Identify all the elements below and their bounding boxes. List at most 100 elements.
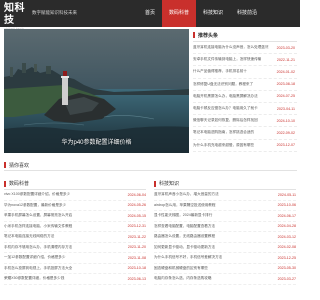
nav-item-tech-knowledge[interactable]: 科技知识: [196, 0, 230, 27]
item-title[interactable]: 小米手机怎样连接电脑，小米传输文件教程: [4, 224, 102, 229]
site-tagline: 数字赋能知识科技未来: [32, 10, 77, 15]
list-item[interactable]: 电脑开机黑屏怎么办，电脑黑屏解决办法 2024-07-25: [193, 91, 297, 103]
item-date: 2023-03-20: [276, 45, 295, 50]
list-item[interactable]: 显卡性能天梯图，2024最新显卡排行 2024-06-17: [154, 211, 296, 222]
item-title[interactable]: 怎样修复U盘无法识别问题，教程来了: [193, 82, 269, 87]
section-marker: [4, 180, 6, 187]
tech-knowledge-section: 科技知识 蓝牙耳机声音小怎么办，增大音量的方法 2024-05-11 airdro…: [154, 178, 296, 285]
guess-you-like-header: 猜你喜欢: [4, 160, 297, 171]
guess-you-like-title: 猜你喜欢: [9, 162, 30, 169]
nav-item-digital-science[interactable]: 数码科普: [162, 0, 197, 27]
hero-image: [4, 29, 189, 153]
item-title[interactable]: 苹果手机屏幕怎么设置，屏幕常亮怎么开启: [4, 213, 102, 218]
item-date: 2023-12-25: [277, 255, 296, 260]
item-title[interactable]: 笔记本电脑连接无线网络的方法: [4, 234, 102, 239]
list-item[interactable]: 如何更新显卡驱动，显卡驱动更新方法 2024-02-08: [154, 243, 296, 253]
list-item[interactable]: 手机内存不够用怎么办，手机清理内存方法 2023-11-20: [4, 243, 146, 253]
list-item[interactable]: 怎样查看电脑配置，电脑配置查看方法 2024-04-28: [154, 222, 296, 232]
site-logo[interactable]: 知科技 zhikeji.tech: [4, 3, 28, 31]
tech-knowledge-title[interactable]: 科技知识: [159, 180, 179, 187]
list-item[interactable]: 为什么手机信号不好，手机信号差解决方法 2023-12-25: [154, 253, 296, 264]
item-title[interactable]: 电脑开机黑屏怎么办，电脑黑屏解决办法: [193, 94, 269, 99]
list-item[interactable]: 电脑卡顿反应慢怎么办？电脑用久了就卡 2023-04-11: [193, 103, 297, 116]
item-date: 2023-12-31: [127, 224, 146, 229]
tech-knowledge-list: 蓝牙耳机声音小怎么办，增大音量的方法 2024-05-11 airdrop怎么用，…: [154, 190, 296, 285]
item-date: 2023-10-18: [127, 266, 146, 271]
item-title[interactable]: 蓝牙耳机连接电脑为什么没声音，怎么处理蓝牙耳机: [193, 45, 269, 50]
list-item[interactable]: 微信聊天记录如何恢复，删除后怎样找回 2024-10-10: [193, 115, 297, 128]
item-date: 2024-05-11: [277, 192, 296, 197]
list-item[interactable]: vivo X100参数配置详细介绍，价格是多少 2024-06-04: [4, 190, 146, 201]
item-title[interactable]: airdrop怎么用，苹果隔空投送使用教程: [154, 203, 252, 208]
item-date: 2024-07-25: [276, 94, 295, 99]
item-title[interactable]: 手机怎么投屏到电视上，手机投屏方法大全: [4, 266, 102, 271]
item-title[interactable]: 华为nova12参数配置，最新价格是多少: [4, 203, 102, 208]
item-title[interactable]: 为什么手机充电越来越慢，原因有哪些: [193, 143, 269, 148]
list-item[interactable]: 手机怎么投屏到电视上，手机投屏方法大全 2023-10-18: [4, 264, 146, 274]
site-header: 知科技 zhikeji.tech 数字赋能知识科技未来 首页 数码科普 科技知识…: [0, 0, 300, 31]
list-item[interactable]: 笔记本电脑连接无线网络的方法 2023-11-22: [4, 232, 146, 243]
item-title[interactable]: 电脑内存条怎么选，内存条选购攻略: [154, 276, 252, 281]
recommended-title: 推荐头条: [198, 32, 219, 39]
list-item[interactable]: 蓝牙耳机声音小怎么办，增大音量的方法 2024-05-11: [154, 190, 296, 201]
hero-caption[interactable]: 华为p40参数配置详细价格: [4, 137, 189, 146]
hero-banner[interactable]: 华为p40参数配置详细价格: [4, 29, 189, 153]
list-item[interactable]: 小米手机怎样连接电脑，小米传输文件教程 2023-12-31: [4, 222, 146, 232]
nav-item-tech-frontier[interactable]: 科技前沿: [230, 0, 264, 27]
item-title[interactable]: 微信聊天记录如何恢复，删除后怎样找回: [193, 118, 269, 123]
item-date: 2022-11-21: [276, 57, 295, 62]
item-title[interactable]: 为什么手机信号不好，手机信号差解决方法: [154, 255, 252, 260]
list-item[interactable]: 安卓手机文件传输到电脑上，怎样快速传输 2022-11-21: [193, 54, 297, 67]
item-title[interactable]: 电脑卡顿反应慢怎么办？电脑用久了就卡: [193, 106, 269, 111]
item-title[interactable]: 安卓手机文件传输到电脑上，怎样快速传输: [193, 57, 269, 62]
item-title[interactable]: 如何更新显卡驱动，显卡驱动更新方法: [154, 245, 252, 250]
item-title[interactable]: 手机内存不够用怎么办，手机清理内存方法: [4, 245, 102, 250]
item-title[interactable]: 路由器怎么设置，无线路由器设置教程: [154, 234, 252, 239]
item-date: 2023-11-20: [127, 245, 146, 250]
item-title[interactable]: 什么产品值得推荐，手机排名前十: [193, 69, 269, 74]
list-item[interactable]: 笔记本电脑选购指南，怎样挑选合适的 2022-09-02: [193, 127, 297, 140]
item-date: 2024-05-15: [127, 213, 146, 218]
list-item[interactable]: airdrop怎么用，苹果隔空投送使用教程 2023-10-06: [154, 201, 296, 211]
list-item[interactable]: 什么产品值得推荐，手机排名前十 2024-01-02: [193, 66, 297, 79]
item-title[interactable]: 一加12参数配置详细介绍，价格是多少: [4, 255, 102, 260]
list-item[interactable]: 苹果手机屏幕怎么设置，屏幕常亮怎么开启 2024-05-15: [4, 211, 146, 222]
nav-item-home[interactable]: 首页: [138, 0, 162, 27]
list-item[interactable]: 蓝牙耳机连接电脑为什么没声音，怎么处理蓝牙耳机 2023-03-20: [193, 42, 297, 55]
item-date: 2024-01-02: [276, 69, 295, 74]
item-date: 2024-10-10: [276, 118, 295, 123]
section-marker: [193, 32, 195, 38]
list-item[interactable]: 一加12参数配置详细介绍，价格是多少 2023-11-08: [4, 253, 146, 264]
item-date: 2023-10-06: [277, 203, 296, 208]
tech-knowledge-header: 科技知识: [154, 178, 296, 190]
list-item[interactable]: 为什么手机充电越来越慢，原因有哪些 2023-12-07: [193, 140, 297, 152]
main-nav: 首页 数码科普 科技知识 科技前沿: [138, 0, 264, 27]
item-date: 2023-11-22: [127, 234, 146, 239]
digital-science-title[interactable]: 数码科普: [9, 180, 29, 187]
item-title[interactable]: 显卡性能天梯图，2024最新显卡排行: [154, 213, 252, 218]
item-title[interactable]: 笔记本电脑选购指南，怎样挑选合适的: [193, 130, 269, 135]
recommended-header: 推荐头条: [193, 29, 297, 42]
digital-science-section: 数码科普 vivo X100参数配置详细介绍，价格是多少 2024-06-04 华…: [4, 178, 146, 285]
item-date: 2024-03-12: [277, 234, 296, 239]
list-item[interactable]: 路由器怎么设置，无线路由器设置教程 2024-03-12: [154, 232, 296, 243]
list-item[interactable]: 固态硬盘和机械硬盘的区别有哪些 2023-05-30: [154, 264, 296, 274]
list-item[interactable]: 荣耀X50参数配置详细，价格是多少钱 2023-06-13: [4, 274, 146, 285]
item-date: 2024-05-26: [127, 203, 146, 208]
list-item[interactable]: 电脑内存条怎么选，内存条选购攻略 2023-03-27: [154, 274, 296, 285]
logo-text: 知科技: [4, 3, 25, 26]
item-date: 2022-09-02: [276, 130, 295, 135]
list-item[interactable]: 华为nova12参数配置，最新价格是多少 2024-05-26: [4, 201, 146, 211]
item-title[interactable]: 荣耀X50参数配置详细，价格是多少钱: [4, 276, 102, 281]
item-title[interactable]: 固态硬盘和机械硬盘的区别有哪些: [154, 266, 252, 271]
item-date: 2023-11-08: [127, 255, 146, 260]
item-title[interactable]: 蓝牙耳机声音小怎么办，增大音量的方法: [154, 192, 252, 197]
item-date: 2023-04-11: [276, 106, 295, 111]
item-date: 2023-12-07: [276, 143, 295, 148]
item-date: 2024-06-17: [277, 213, 296, 218]
section-marker: [4, 162, 6, 168]
list-item[interactable]: 怎样修复U盘无法识别问题，教程来了 2023-08-18: [193, 79, 297, 91]
item-title[interactable]: vivo X100参数配置详细介绍，价格是多少: [4, 192, 102, 197]
item-title[interactable]: 怎样查看电脑配置，电脑配置查看方法: [154, 224, 252, 229]
recommended-headlines: 推荐头条 蓝牙耳机连接电脑为什么没声音，怎么处理蓝牙耳机 2023-03-20 安…: [193, 29, 297, 153]
